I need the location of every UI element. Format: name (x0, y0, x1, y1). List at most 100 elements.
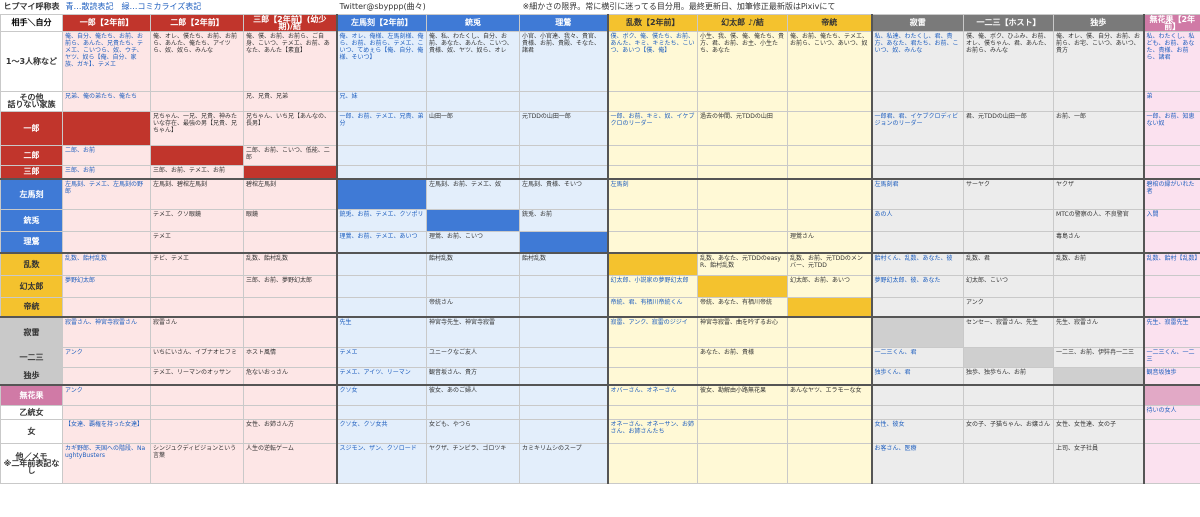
table-cell: 先生、寂雷先生 (1143, 316, 1200, 348)
table-cell (607, 366, 699, 386)
row-header: 一郎 (0, 110, 63, 146)
table-cell (963, 208, 1055, 232)
table-cell (62, 404, 151, 420)
table-cell: 銃兎、お前、テメエ、クソポリ (336, 208, 428, 232)
table-cell (62, 296, 151, 318)
table-cell (871, 230, 965, 254)
self-cell (963, 346, 1055, 368)
table-cell: あんなヤツ、エラモーな女 (787, 384, 873, 406)
table-cell (336, 296, 428, 318)
table-cell (242, 384, 338, 406)
table-cell: 兄、兄貴、兄弟 (242, 90, 338, 112)
table-cell: アンク (963, 296, 1055, 318)
row-header: 乙統女 (0, 404, 63, 420)
table-cell: 女性、お姉さん方 (242, 418, 338, 444)
table-cell (697, 164, 789, 180)
table-cell: 女性、彼女 (871, 418, 965, 444)
table-cell (150, 384, 244, 406)
table-cell: 俺、お前、俺たち、テメエ、お前ら、こいつ、あいつ、奴 (787, 30, 873, 92)
table-cell: テメエ、アイツ、リーマン (336, 366, 428, 386)
table-cell (1143, 144, 1200, 166)
table-cell: お前、一郎 (1053, 110, 1145, 146)
self-cell (871, 316, 965, 348)
table-cell (787, 418, 873, 444)
table-cell (150, 418, 244, 444)
table-cell (607, 208, 699, 232)
table-cell (787, 164, 873, 180)
table-cell: 俺、私、わたくし、自分、お前、あなた、あんた、こいつ、貴様、奴、ヤツ、奴ら、オレ (426, 30, 521, 92)
table-cell: 人生の逆転ゲーム (242, 442, 338, 484)
table-cell: 俺、自分、俺たち、お前、お前ら、あんた、兄貴たち、テメエ、こいつら、奴、ウチ、ヤ… (62, 30, 151, 92)
table-cell (1143, 296, 1200, 318)
table-cell: 寂雷さん、神宮寺寂雷さん (62, 316, 151, 348)
row-header: 銃兎 (0, 208, 63, 232)
table-cell: 乱数、飴村乱数 (62, 252, 151, 276)
table-cell: クソ女、クソ女共 (336, 418, 428, 444)
table-cell: 神宮寺先生、神宮寺寂雷 (426, 316, 521, 348)
table-cell (963, 230, 1055, 254)
table-cell: 一二三くん、一二三 (1143, 346, 1200, 368)
table-cell (697, 178, 789, 210)
table-cell (519, 346, 609, 368)
row-header: 帝統 (0, 296, 63, 318)
table-cell (963, 404, 1055, 420)
table-cell: いちにいさん、イブナオヒフミ (150, 346, 244, 368)
table-cell (871, 384, 965, 406)
table-cell: 左馬刻、碧棺左馬刻 (150, 178, 244, 210)
twitter-handle: Twitter@sbyppp(曲々) (339, 1, 426, 11)
table-cell (871, 296, 965, 318)
table-cell: 眼鏡 (242, 208, 338, 232)
table-cell: 兄ちゃん、いち兄【あんなの、長男】 (242, 110, 338, 146)
column-header: 帝統 (787, 13, 873, 32)
table-cell: 幻太郎、小説家の夢野幻太郎 (607, 274, 699, 298)
table-cell: 俺、僕、お前、お前ら、ご自身、こいつ、テメエ、お前、あなた、あんた【素直】 (242, 30, 338, 92)
table-cell (62, 230, 151, 254)
table-cell: 神宮寺寂雷、曲を吟ずるお心 (697, 316, 789, 348)
table-cell (1053, 384, 1145, 406)
table-cell: 飴村乱数 (426, 252, 521, 276)
column-header: 幻太郎 ♪/結 (697, 13, 789, 32)
table-cell: 女性、女性達、女の子 (1053, 418, 1145, 444)
table-cell: ユニークなご友人 (426, 346, 521, 368)
table-cell: 飴村乱数 (519, 252, 609, 276)
table-cell (607, 164, 699, 180)
table-cell (1053, 90, 1145, 112)
table-cell: 帝統、あなた、有栖川帝統 (697, 296, 789, 318)
table-cell: 兄弟、俺の弟たち、俺たち (62, 90, 151, 112)
table-cell (519, 144, 609, 166)
table-cell (1143, 442, 1200, 484)
table-cell (871, 144, 965, 166)
row-header: その他 話りない家族 (0, 90, 63, 112)
table-cell: スジモン、ザン、クソロード (336, 442, 428, 484)
table-cell: 待いの女人 (1143, 404, 1200, 420)
table-cell (336, 164, 428, 180)
corner-header: 相手＼自分 (0, 13, 63, 32)
table-cell: 観音坂独歩 (1143, 366, 1200, 386)
table-cell (150, 274, 244, 298)
table-cell: 左馬刻 (607, 178, 699, 210)
table-cell: 女の子、子猫ちゃん、お嬢さん (963, 418, 1055, 444)
table-cell: 君、元TDDの山田一郎 (963, 110, 1055, 146)
table-cell: ホスト風情 (242, 346, 338, 368)
table-cell (62, 366, 151, 386)
table-cell (607, 404, 699, 420)
table-cell: テメエ、クソ眼鏡 (150, 208, 244, 232)
table-cell (336, 404, 428, 420)
table-cell (519, 296, 609, 318)
table-cell (242, 316, 338, 348)
table-cell (1053, 404, 1145, 420)
table-cell: 乱数、君 (963, 252, 1055, 276)
row-header: 1～3人称など (0, 30, 63, 92)
self-cell (336, 178, 428, 210)
table-cell: 上司、女子社員 (1053, 442, 1145, 484)
table-cell (607, 442, 699, 484)
table-cell: 彼女、あのご婦人 (426, 384, 521, 406)
table-cell (1053, 144, 1145, 166)
table-cell: 幻太郎、こいつ (963, 274, 1055, 298)
column-header: 一二三【ホスト】 (963, 13, 1055, 32)
table-cell: 左馬刻、テメエ、左馬刻の野郎 (62, 178, 151, 210)
table-cell: カミキリムシのスープ (519, 442, 609, 484)
table-cell (150, 90, 244, 112)
table-cell (963, 384, 1055, 406)
table-cell (426, 90, 521, 112)
